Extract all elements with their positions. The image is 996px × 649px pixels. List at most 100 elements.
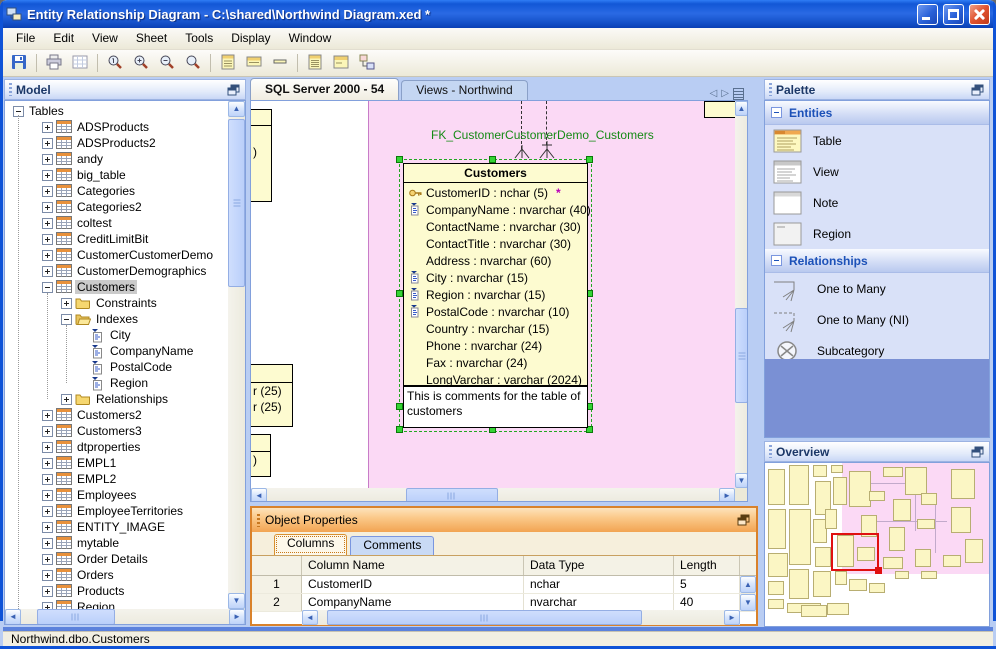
- tree-item-relationships[interactable]: Relationships: [5, 391, 229, 407]
- fk-relationship-label[interactable]: FK_CustomerCustomerDemo_Customers: [431, 128, 654, 142]
- tree-item-employeeterritories[interactable]: EmployeeTerritories: [5, 503, 229, 519]
- scroll-left-icon[interactable]: ◄: [5, 609, 21, 624]
- tab-list-icon[interactable]: [733, 88, 744, 100]
- model-panel-header[interactable]: Model: [4, 79, 246, 100]
- partial-entity[interactable]: ): [251, 109, 272, 202]
- tree-item-categories2[interactable]: Categories2: [5, 199, 229, 215]
- collapse-icon[interactable]: [771, 107, 782, 118]
- zoom-in-button[interactable]: [129, 52, 153, 74]
- tree-item-tables[interactable]: Tables: [5, 103, 229, 119]
- tree-item-postalcode[interactable]: PostalCode: [5, 359, 229, 375]
- palette-panel-header[interactable]: Palette: [764, 79, 990, 100]
- tree-hscrollbar[interactable]: ◄ ►: [5, 609, 245, 624]
- zoom-out-button[interactable]: [155, 52, 179, 74]
- tree-expander-minus-icon[interactable]: [61, 313, 72, 325]
- tree-expander-plus-icon[interactable]: [42, 169, 53, 181]
- tree-expander-plus-icon[interactable]: [42, 489, 53, 501]
- overview-minimap[interactable]: [764, 462, 990, 627]
- grid-header-data-type[interactable]: Data Type: [524, 556, 674, 575]
- tree-item-order-details[interactable]: Order Details: [5, 551, 229, 567]
- tree-item-city[interactable]: City: [5, 327, 229, 343]
- tree-item-categories[interactable]: Categories: [5, 183, 229, 199]
- entity-column-city[interactable]: City : nvarchar (15): [404, 269, 587, 286]
- entity-column-address[interactable]: Address : nvarchar (60): [404, 252, 587, 269]
- table-columns-button[interactable]: [216, 52, 240, 74]
- scroll-up-icon[interactable]: ▲: [228, 101, 245, 117]
- palette-item-table[interactable]: Table: [765, 125, 989, 156]
- tree-item-customercustomerdemo[interactable]: CustomerCustomerDemo: [5, 247, 229, 263]
- tab-columns[interactable]: Columns: [274, 534, 348, 555]
- scroll-up-icon[interactable]: ▲: [735, 101, 747, 116]
- table-window-button[interactable]: [329, 52, 353, 74]
- selection-handle[interactable]: [396, 426, 403, 433]
- menu-tools[interactable]: Tools: [176, 28, 222, 49]
- partial-entity[interactable]: [704, 101, 737, 118]
- entity-column-phone[interactable]: Phone : nvarchar (24): [404, 337, 587, 354]
- tree-expander-minus-icon[interactable]: [42, 281, 53, 293]
- scroll-right-icon[interactable]: ►: [724, 610, 740, 625]
- tree-expander-plus-icon[interactable]: [42, 473, 53, 485]
- grid-vscrollbar[interactable]: ▲ ▼: [740, 576, 756, 612]
- tree-item-products[interactable]: Products: [5, 583, 229, 599]
- save-button[interactable]: [7, 52, 31, 74]
- print-button[interactable]: [42, 52, 66, 74]
- scroll-down-icon[interactable]: ▼: [228, 593, 245, 609]
- tree-expander-plus-icon[interactable]: [42, 265, 53, 277]
- canvas-vscrollbar[interactable]: ▲ ▼: [735, 101, 747, 488]
- table-compact-button[interactable]: [242, 52, 266, 74]
- diagram-canvas[interactable]: FK_CustomerCustomerDemo_Customers ) r (25…: [250, 100, 748, 502]
- menu-file[interactable]: File: [7, 28, 44, 49]
- tree-expander-plus-icon[interactable]: [42, 233, 53, 245]
- entity-customers[interactable]: Customers CustomerID : nchar (5) * Company…: [403, 163, 591, 428]
- tree-item-coltest[interactable]: coltest: [5, 215, 229, 231]
- tree-expander-plus-icon[interactable]: [42, 249, 53, 261]
- tree-item-customers[interactable]: Customers: [5, 279, 229, 295]
- title-bar[interactable]: Entity Relationship Diagram - C:\shared\…: [0, 0, 996, 28]
- entity-column-contacttitle[interactable]: ContactTitle : nvarchar (30): [404, 235, 587, 252]
- partial-entity[interactable]: r (25) r (25): [251, 364, 293, 427]
- tree-item-big-table[interactable]: big_table: [5, 167, 229, 183]
- selection-handle[interactable]: [396, 403, 403, 410]
- overview-panel-header[interactable]: Overview: [764, 441, 990, 462]
- table-full-button[interactable]: [303, 52, 327, 74]
- table-line-button[interactable]: [268, 52, 292, 74]
- collapse-icon[interactable]: [771, 255, 782, 266]
- canvas-hscroll-thumb[interactable]: [406, 488, 498, 501]
- scroll-left-icon[interactable]: ◄: [302, 610, 318, 625]
- entity-comment[interactable]: This is comments for the table of custom…: [404, 387, 587, 427]
- scroll-down-icon[interactable]: ▼: [735, 473, 747, 488]
- tree-item-region[interactable]: Region: [5, 375, 229, 391]
- zoom-button[interactable]: [181, 52, 205, 74]
- model-tree[interactable]: Tables ADSProducts ADSProducts2 andy big_tab…: [4, 100, 246, 625]
- tree-expander-plus-icon[interactable]: [42, 569, 53, 581]
- tree-item-creditlimitbit[interactable]: CreditLimitBit: [5, 231, 229, 247]
- float-window-icon[interactable]: [971, 84, 985, 96]
- menu-display[interactable]: Display: [222, 28, 279, 49]
- tree-expander-plus-icon[interactable]: [42, 121, 53, 133]
- palette-item-one-to-many-ni-[interactable]: One to Many (NI): [765, 304, 989, 335]
- tree-item-empl1[interactable]: EMPL1: [5, 455, 229, 471]
- tree-expander-plus-icon[interactable]: [42, 217, 53, 229]
- tree-item-mytable[interactable]: mytable: [5, 535, 229, 551]
- grid-hscrollbar[interactable]: ◄ ►: [302, 610, 740, 625]
- float-window-icon[interactable]: [737, 514, 751, 526]
- entity-column-contactname[interactable]: ContactName : nvarchar (30): [404, 218, 587, 235]
- tree-item-andy[interactable]: andy: [5, 151, 229, 167]
- partial-entity[interactable]: ): [251, 434, 271, 477]
- palette-section-entities[interactable]: Entities: [765, 101, 989, 125]
- grid-header-column-name[interactable]: Column Name: [302, 556, 524, 575]
- palette-section-relationships[interactable]: Relationships: [765, 249, 989, 273]
- tree-item-adsproducts[interactable]: ADSProducts: [5, 119, 229, 135]
- tree-expander-plus-icon[interactable]: [42, 521, 53, 533]
- entity-column-country[interactable]: Country : nvarchar (15): [404, 320, 587, 337]
- entity-column-region[interactable]: Region : nvarchar (15): [404, 286, 587, 303]
- scroll-right-icon[interactable]: ►: [719, 488, 735, 501]
- entity-column-postalcode[interactable]: PostalCode : nvarchar (10): [404, 303, 587, 320]
- tree-item-entity-image[interactable]: ENTITY_IMAGE: [5, 519, 229, 535]
- overview-viewport[interactable]: [831, 533, 879, 571]
- grid-hscroll-thumb[interactable]: [327, 610, 642, 625]
- float-window-icon[interactable]: [227, 84, 241, 96]
- tab-views-northwind[interactable]: Views - Northwind: [401, 80, 528, 100]
- menu-edit[interactable]: Edit: [44, 28, 83, 49]
- maximize-button[interactable]: [943, 3, 964, 25]
